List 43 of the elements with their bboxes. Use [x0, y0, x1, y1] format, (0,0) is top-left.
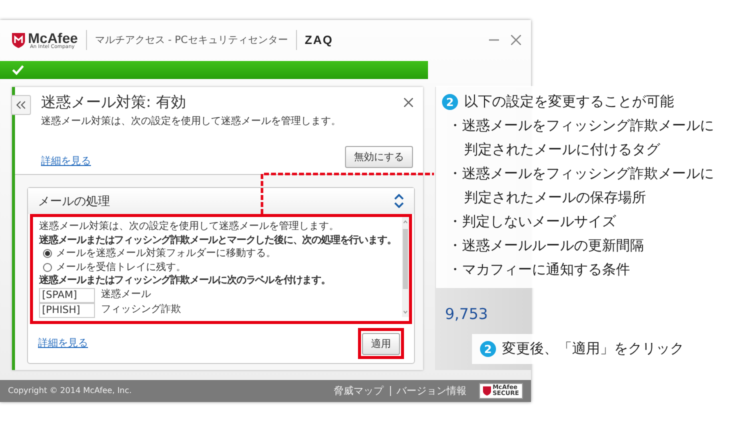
footer-link[interactable]: バージョン情報	[396, 384, 467, 398]
partner-logo: ZAQ	[304, 33, 334, 47]
step-number-badge: 2	[480, 341, 496, 357]
callout-bullet: ・判定しないメールサイズ	[447, 213, 617, 232]
panel-title: 迷惑メール対策: 有効	[41, 93, 186, 112]
callout-bullet: ・迷惑メールをフィッシング詐欺メールに判定されたメールの保存場所	[447, 165, 715, 208]
radio-option[interactable]: メールを受信トレイに残す。	[39, 260, 396, 274]
radio-button[interactable]	[43, 249, 52, 258]
details-link[interactable]: 詳細を見る	[41, 154, 91, 168]
check-icon	[12, 65, 24, 75]
double-chevron-left-icon	[16, 101, 26, 109]
option-heading: 迷惑メールまたはフィッシング詐欺メールとマークした後に、次の処理を行います。	[39, 234, 396, 247]
close-icon[interactable]	[511, 35, 521, 45]
details-link[interactable]: 詳細を見る	[38, 336, 88, 350]
section-description: 迷惑メール対策は、次の設定を使用して迷惑メールを管理します。	[39, 220, 340, 234]
back-button[interactable]	[11, 95, 31, 115]
callout-bullet: ・迷惑メールをフィッシング詐欺メールに判定されたメールに付けるタグ	[447, 117, 715, 160]
callout-bullet: ・迷惑メールルールの更新間隔	[447, 237, 645, 256]
label-caption: フィッシング詐欺	[101, 303, 181, 317]
callout-bullet: ・マカフィーに通知する条件	[447, 261, 631, 280]
step-number-badge: 2	[442, 94, 458, 110]
radio-option[interactable]: メールを迷惑メール対策フォルダーに移動する。	[39, 247, 396, 260]
shield-logo-icon	[482, 386, 491, 396]
copyright-text: Copyright © 2014 McAfee, Inc.	[8, 386, 132, 395]
panel-description: 迷惑メール対策は、次の設定を使用して迷惑メールを管理します。	[41, 114, 342, 128]
callout-text: 以下の設定を変更することが可能	[464, 93, 674, 112]
disable-button[interactable]: 無効にする	[345, 146, 413, 168]
scanned-file-count: 9,753	[445, 305, 488, 323]
callout-text: 変更後、「適用」をクリック	[502, 340, 684, 359]
radio-button[interactable]	[43, 262, 52, 272]
footer-link[interactable]: 脅威マップ	[334, 384, 384, 398]
label-input-field[interactable]: [SPAM]	[39, 288, 95, 302]
scrollbar-drawing[interactable]	[402, 217, 409, 317]
shield-logo-icon	[12, 32, 25, 48]
collapse-chevron-icon[interactable]	[394, 194, 404, 208]
section-title: メールの処理	[38, 192, 110, 210]
label-caption: 迷惑メール	[101, 288, 151, 302]
label-input-field[interactable]: [PHISH]	[39, 302, 95, 318]
brand-name: McAfee	[28, 30, 78, 44]
apply-button[interactable]: 適用	[362, 332, 400, 354]
close-icon[interactable]	[404, 98, 413, 107]
option-heading: 迷惑メールまたはフィッシング詐欺メールに次のラベルを付けます。	[39, 274, 332, 288]
window-title: マルチアクセス - PCセキュリティセンター	[94, 34, 288, 47]
